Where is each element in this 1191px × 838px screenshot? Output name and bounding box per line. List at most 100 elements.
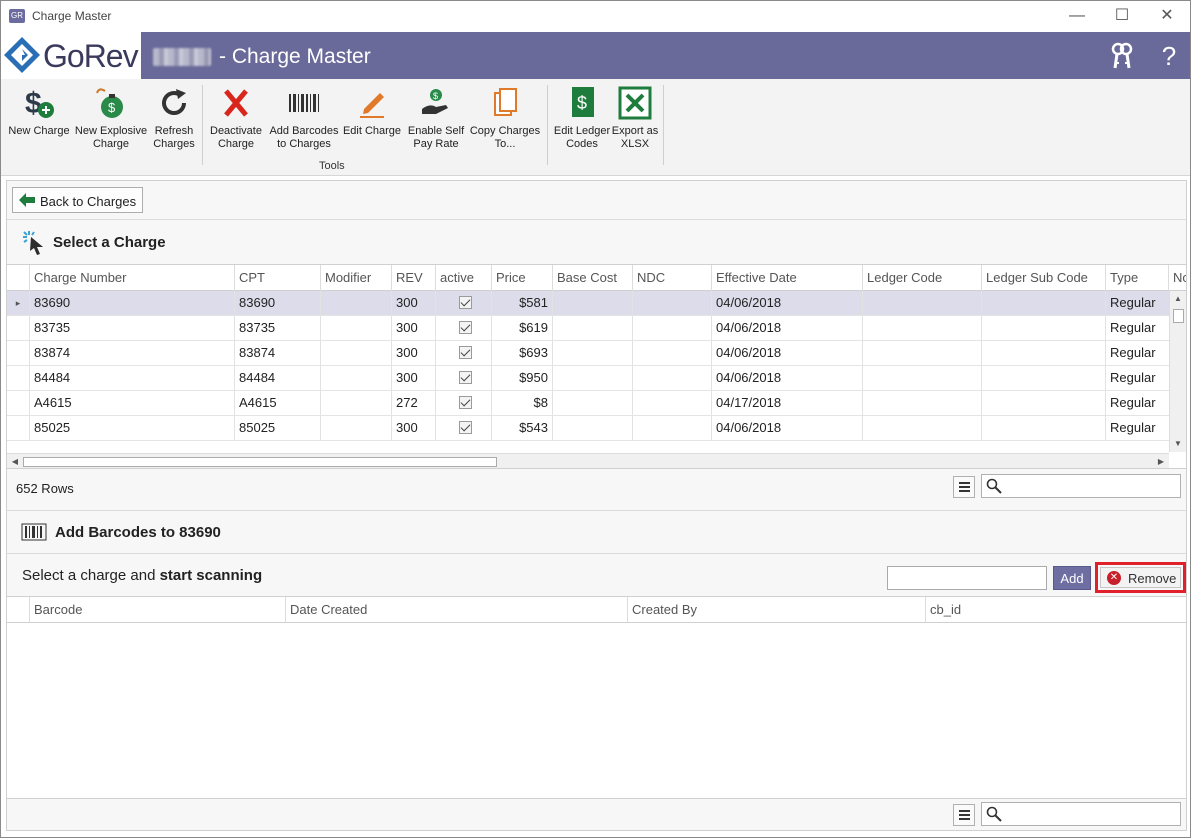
ribbon-toolbar: $ New Charge $ New Explosive Charge Refr… [1, 79, 1190, 176]
charges-search-box [981, 474, 1181, 498]
barcode-scan-input[interactable] [887, 566, 1047, 590]
table-row[interactable]: 85025 85025 300 $543 04/06/2018 Regular [7, 416, 1169, 441]
cell-rev: 300 [391, 416, 435, 441]
new-charge-button[interactable]: $ New Charge [7, 85, 71, 138]
cell-ledger-sub-code [981, 366, 1105, 391]
help-icon[interactable]: ? [1154, 41, 1184, 71]
row-indicator[interactable]: ▸ [7, 291, 29, 316]
row-indicator[interactable] [7, 391, 29, 416]
col-created-by[interactable]: Created By [627, 597, 925, 623]
edit-ledger-codes-button[interactable]: $ Edit Ledger Codes [552, 85, 612, 151]
scroll-left-icon[interactable]: ◀ [7, 454, 23, 468]
active-checkbox[interactable] [459, 421, 472, 434]
add-barcodes-button[interactable]: Add Barcodes to Charges [269, 85, 339, 151]
grid-header: Charge Number CPT Modifier REV active Pr… [7, 265, 1186, 291]
col-barcode[interactable]: Barcode [29, 597, 285, 623]
export-xlsx-button[interactable]: Export as XLSX [608, 85, 662, 151]
back-to-charges-button[interactable]: Back to Charges [12, 187, 143, 213]
row-indicator[interactable] [7, 366, 29, 391]
cell-ndc [632, 391, 711, 416]
remove-highlight-box: ✕ Remove [1095, 562, 1186, 593]
scroll-thumb[interactable] [1173, 309, 1184, 323]
cell-effective-date: 04/06/2018 [711, 316, 862, 341]
keys-icon[interactable] [1107, 41, 1137, 71]
col-ndc[interactable]: NDC [632, 265, 711, 291]
active-checkbox[interactable] [459, 321, 472, 334]
enable-self-pay-rate-button[interactable]: $ Enable Self Pay Rate [405, 85, 467, 151]
scroll-up-icon[interactable]: ▲ [1170, 291, 1186, 307]
barcodes-search-input[interactable] [1006, 805, 1176, 823]
vertical-scrollbar[interactable]: ▲ ▼ [1169, 291, 1186, 452]
col-cb-id[interactable]: cb_id [925, 597, 1186, 623]
tool-label: New Charge [8, 125, 70, 137]
cell-active[interactable] [435, 366, 491, 391]
active-checkbox[interactable] [459, 371, 472, 384]
cell-active[interactable] [435, 391, 491, 416]
cell-price: $543 [491, 416, 552, 441]
active-checkbox[interactable] [459, 296, 472, 309]
col-no[interactable]: No [1168, 265, 1186, 291]
tool-label: Refresh Charges [153, 125, 195, 150]
cell-cpt: 85025 [234, 416, 320, 441]
col-ledger-sub-code[interactable]: Ledger Sub Code [981, 265, 1105, 291]
col-cpt[interactable]: CPT [234, 265, 320, 291]
cell-active[interactable] [435, 316, 491, 341]
scroll-thumb[interactable] [23, 457, 497, 467]
copy-charges-button[interactable]: Copy Charges To... [469, 85, 541, 151]
cell-effective-date: 04/06/2018 [711, 291, 862, 316]
grid-menu-button[interactable] [953, 476, 975, 498]
active-checkbox[interactable] [459, 346, 472, 359]
col-effective-date[interactable]: Effective Date [711, 265, 862, 291]
col-date-created[interactable]: Date Created [285, 597, 627, 623]
red-x-icon [224, 89, 248, 117]
search-icon [986, 478, 1002, 494]
table-row[interactable]: 83874 83874 300 $693 04/06/2018 Regular [7, 341, 1169, 366]
horizontal-scrollbar[interactable]: ◀ ▶ [7, 453, 1169, 468]
col-type[interactable]: Type [1105, 265, 1168, 291]
barcodes-grid: Barcode Date Created Created By cb_id [7, 596, 1186, 799]
charges-search-input[interactable] [1006, 477, 1176, 495]
table-row[interactable]: 84484 84484 300 $950 04/06/2018 Regular [7, 366, 1169, 391]
close-button[interactable]: ✕ [1144, 5, 1190, 29]
cell-base-cost [552, 291, 632, 316]
maximize-button[interactable]: ☐ [1099, 5, 1145, 29]
scroll-right-icon[interactable]: ▶ [1153, 454, 1169, 468]
active-checkbox[interactable] [459, 396, 472, 409]
cell-ndc [632, 316, 711, 341]
svg-text:$: $ [433, 91, 438, 101]
table-row[interactable]: ▸ 83690 83690 300 $581 04/06/2018 Regular [7, 291, 1169, 316]
gorev-logo: GoRev [1, 32, 141, 79]
tool-label: Add Barcodes to Charges [269, 125, 339, 150]
scroll-down-icon[interactable]: ▼ [1170, 436, 1186, 452]
deactivate-charge-button[interactable]: Deactivate Charge [206, 85, 266, 151]
window-title: Charge Master [32, 9, 112, 23]
row-indicator[interactable] [7, 416, 29, 441]
col-active[interactable]: active [435, 265, 491, 291]
new-explosive-charge-button[interactable]: $ New Explosive Charge [73, 85, 149, 151]
col-price[interactable]: Price [491, 265, 552, 291]
edit-charge-button[interactable]: Edit Charge [342, 85, 402, 138]
title-bar: GR Charge Master — ☐ ✕ [1, 1, 1190, 32]
col-rev[interactable]: REV [391, 265, 435, 291]
remove-barcode-button[interactable]: ✕ Remove [1100, 567, 1181, 588]
col-base-cost[interactable]: Base Cost [552, 265, 632, 291]
col-charge-number[interactable]: Charge Number [29, 265, 234, 291]
cell-ledger-sub-code [981, 391, 1105, 416]
cell-active[interactable] [435, 291, 491, 316]
tool-label: Edit Ledger Codes [553, 125, 611, 150]
cell-active[interactable] [435, 416, 491, 441]
row-indicator[interactable] [7, 341, 29, 366]
minimize-button[interactable]: — [1054, 5, 1100, 29]
table-row[interactable]: 83735 83735 300 $619 04/06/2018 Regular [7, 316, 1169, 341]
cell-ndc [632, 416, 711, 441]
table-row[interactable]: A4615 A4615 272 $8 04/17/2018 Regular [7, 391, 1169, 416]
row-indicator[interactable] [7, 316, 29, 341]
barcodes-grid-menu-button[interactable] [953, 804, 975, 826]
col-modifier[interactable]: Modifier [320, 265, 391, 291]
add-barcode-button[interactable]: Add [1053, 566, 1091, 590]
cell-modifier [320, 416, 391, 441]
col-ledger-code[interactable]: Ledger Code [862, 265, 981, 291]
refresh-charges-button[interactable]: Refresh Charges [151, 85, 197, 151]
cell-active[interactable] [435, 341, 491, 366]
remove-label: Remove [1128, 571, 1177, 586]
